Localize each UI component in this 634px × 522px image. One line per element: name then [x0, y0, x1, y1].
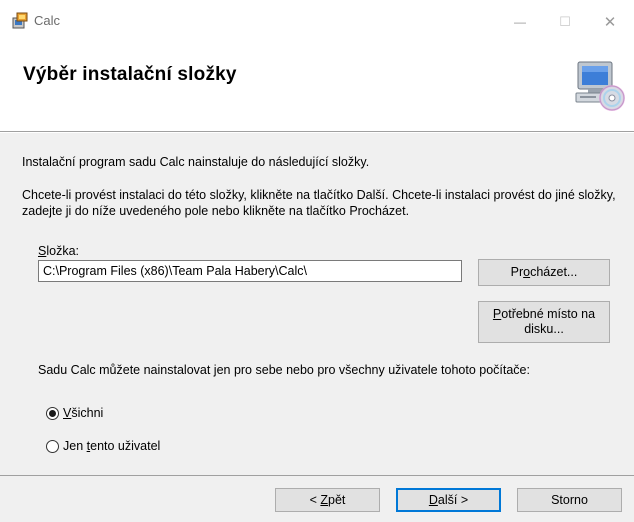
- minimize-button[interactable]: —: [498, 6, 542, 38]
- radio-all-users-control[interactable]: [46, 406, 59, 420]
- folder-label: Složka:: [38, 243, 79, 259]
- radio-just-me[interactable]: Jen tento uživatel: [46, 439, 160, 453]
- install-scope-text: Sadu Calc můžete nainstalovat jen pro se…: [38, 363, 530, 377]
- disk-space-rest: otřebné místo na disku...: [501, 307, 596, 336]
- wizard-header: [0, 44, 634, 130]
- disk-space-label: Potřebné místo na disku...: [485, 307, 603, 337]
- browse-mnemonic: o: [523, 265, 531, 279]
- computer-cd-icon: [574, 58, 626, 114]
- radio-all-users-label: Všichni: [63, 406, 103, 420]
- folder-label-rest: ložka:: [46, 244, 79, 258]
- disk-space-button[interactable]: Potřebné místo na disku...: [478, 301, 610, 343]
- maximize-button[interactable]: ☐: [543, 6, 587, 38]
- radio-me-pre: Jen: [63, 439, 87, 453]
- back-pre: <: [309, 492, 321, 507]
- browse-post: cházet...: [530, 265, 578, 279]
- description-text: Chcete-li provést instalaci do této slož…: [22, 188, 616, 218]
- next-post: alší >: [437, 492, 469, 507]
- back-mnemonic: Z: [320, 492, 329, 507]
- radio-just-me-control[interactable]: [46, 439, 59, 453]
- radio-all-users[interactable]: Všichni: [46, 406, 103, 420]
- folder-path-input[interactable]: [38, 260, 462, 282]
- radio-all-rest: šichni: [71, 406, 104, 420]
- radio-me-post: ento uživatel: [90, 439, 161, 453]
- back-button[interactable]: < Zpět: [275, 488, 380, 512]
- intro-text: Instalační program sadu Calc nainstaluje…: [22, 155, 370, 169]
- radio-just-me-label: Jen tento uživatel: [63, 439, 160, 453]
- close-button[interactable]: ✕: [588, 6, 632, 38]
- minimize-icon: —: [514, 15, 526, 29]
- next-mnemonic: D: [428, 492, 438, 507]
- back-post: pět: [328, 492, 346, 507]
- cancel-button[interactable]: Storno: [517, 488, 622, 512]
- window-title: Calc: [34, 13, 61, 28]
- browse-button[interactable]: Pr o cházet...: [478, 259, 610, 286]
- installer-app-icon: [11, 12, 29, 30]
- next-button[interactable]: Další >: [396, 488, 501, 512]
- maximize-icon: ☐: [559, 14, 571, 29]
- close-icon: ✕: [603, 14, 617, 31]
- page-title: Výběr instalační složky: [23, 64, 237, 85]
- browse-pre: Pr: [510, 265, 524, 279]
- disk-space-mnemonic: P: [492, 307, 502, 321]
